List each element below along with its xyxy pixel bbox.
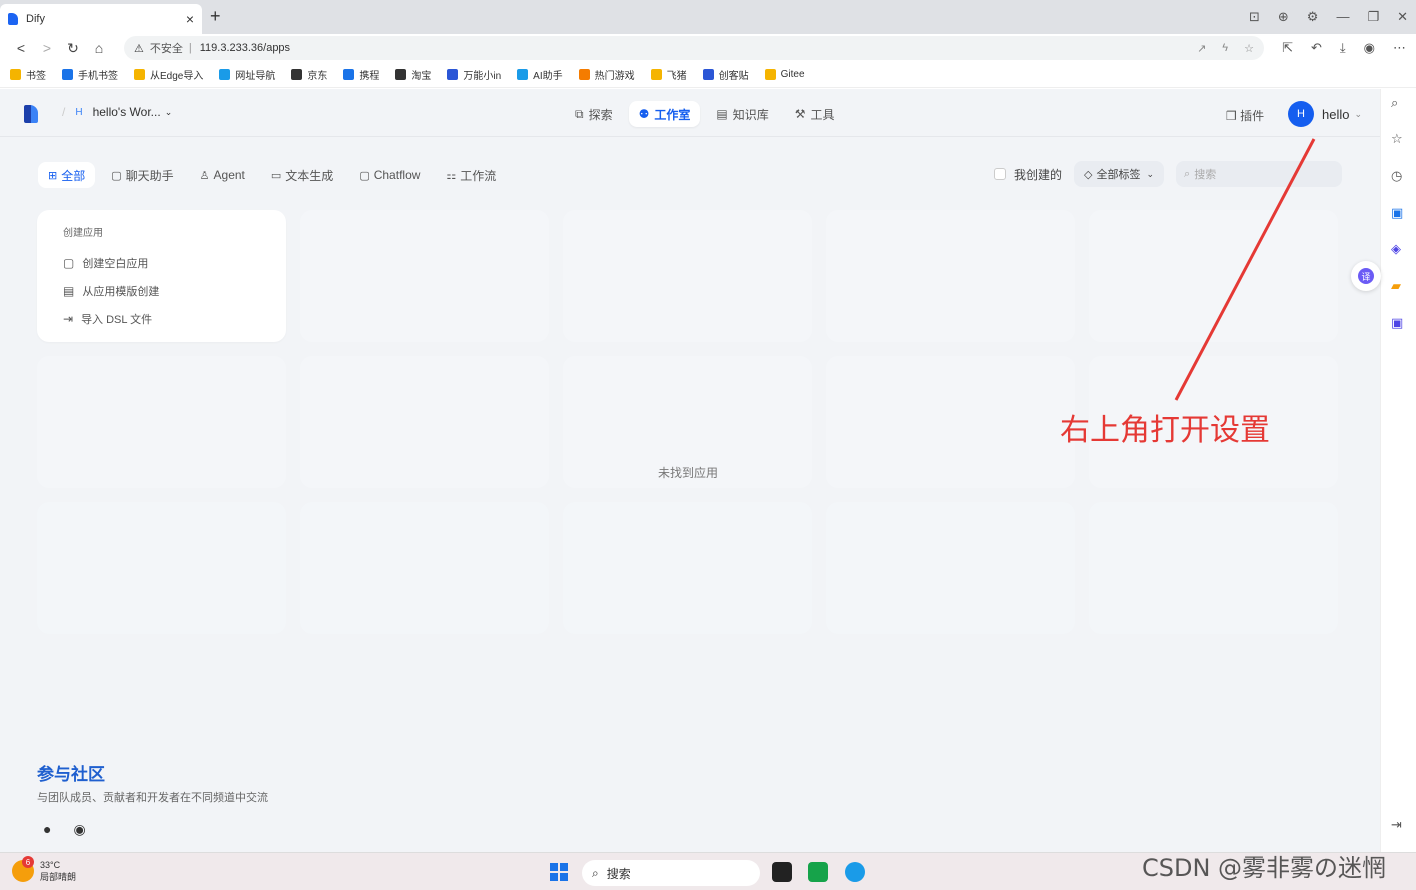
- screen-app-icon[interactable]: [808, 862, 828, 882]
- temperature: 33°C: [40, 860, 61, 870]
- weather-desc: 局部晴朗: [40, 872, 77, 882]
- weather-icon: 6: [12, 856, 34, 882]
- annotation-text: 右上角打开设置: [1060, 413, 1270, 448]
- csdn-watermark: CSDN @雾非雾の迷惘: [1142, 854, 1387, 882]
- taskbar-search-label: 搜索: [606, 866, 631, 881]
- weather-widget[interactable]: 6 33°C 局部晴朗: [12, 856, 77, 883]
- windows-start-icon[interactable]: [550, 863, 568, 881]
- terminal-app-icon[interactable]: [772, 862, 792, 882]
- taskbar-search[interactable]: ⌕ 搜索: [582, 860, 760, 886]
- weather-badge: 6: [22, 856, 34, 868]
- search-icon: ⌕: [592, 865, 599, 880]
- edge-app-icon[interactable]: [845, 862, 865, 882]
